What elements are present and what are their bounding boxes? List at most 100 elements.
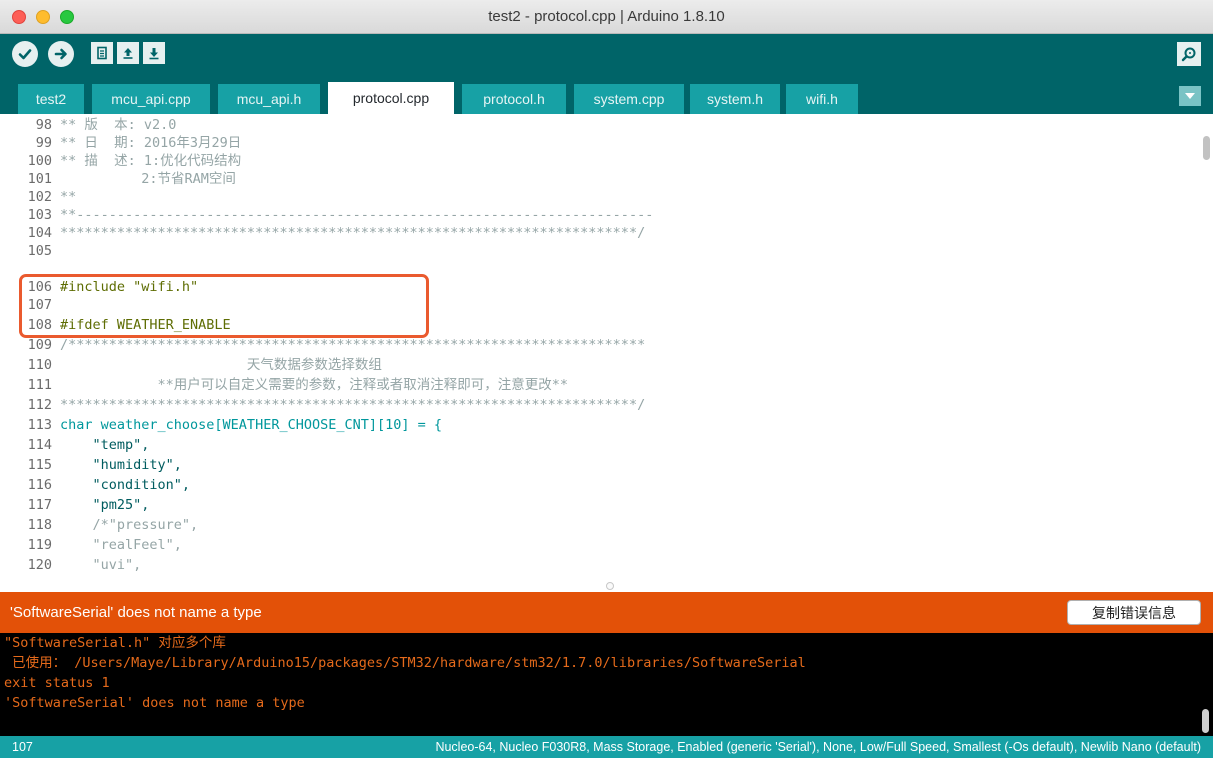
code-text: ****************************************… xyxy=(60,397,646,413)
line-number: 104 xyxy=(27,225,52,241)
console-scrollbar[interactable] xyxy=(1202,709,1209,733)
code-text: "humidity", xyxy=(60,457,182,473)
save-sketch-button[interactable] xyxy=(143,42,165,64)
code-text: ** 日 期: 2016年3月29日 xyxy=(60,135,242,151)
tab-bar: test2 mcu_api.cpp mcu_api.h protocol.cpp… xyxy=(0,74,1213,114)
code-line: 119 "realFeel", xyxy=(0,536,1195,554)
line-number: 114 xyxy=(27,437,52,453)
highlight-box xyxy=(19,274,429,338)
code-text: ****************************************… xyxy=(60,225,646,241)
line-number: 120 xyxy=(27,557,52,573)
code-line: 109 /************************************… xyxy=(0,336,1195,354)
line-number: 119 xyxy=(27,537,52,553)
tab-system-cpp[interactable]: system.cpp xyxy=(574,84,684,114)
code-line: 99 ** 日 期: 2016年3月29日 xyxy=(0,134,1195,152)
code-line: 98 ** 版 本: v2.0 xyxy=(0,116,1195,134)
upload-icon xyxy=(54,48,67,60)
error-bar: 'SoftwareSerial' does not name a type 复制… xyxy=(0,592,1213,633)
line-number: 110 xyxy=(27,357,52,373)
code-line: 117 "pm25", xyxy=(0,496,1195,514)
tab-mcu-api-cpp[interactable]: mcu_api.cpp xyxy=(92,84,210,114)
status-bar: 107 Nucleo-64, Nucleo F030R8, Mass Stora… xyxy=(0,736,1213,758)
tab-mcu-api-h[interactable]: mcu_api.h xyxy=(218,84,320,114)
code-line: 113 char weather_choose[WEATHER_CHOOSE_CN… xyxy=(0,416,1195,434)
code-line: 116 "condition", xyxy=(0,476,1195,494)
code-line: 104 *************************************… xyxy=(0,224,1195,242)
window-title: test2 - protocol.cpp | Arduino 1.8.10 xyxy=(488,8,725,25)
line-number: 101 xyxy=(27,171,52,187)
copy-error-button[interactable]: 复制错误信息 xyxy=(1067,600,1201,625)
line-number: 115 xyxy=(27,457,52,473)
tab-protocol-h[interactable]: protocol.h xyxy=(462,84,566,114)
new-icon xyxy=(97,46,107,60)
upload-button[interactable] xyxy=(48,41,74,67)
code-line: 102 ** xyxy=(0,188,1195,206)
code-text: 天气数据参数选择数组 xyxy=(60,357,382,373)
code-text: /***************************************… xyxy=(60,337,646,353)
code-line: 118 /*"pressure", xyxy=(0,516,1195,534)
code-text: char weather_choose[WEATHER_CHOOSE_CNT][… xyxy=(60,417,443,433)
line-number: 109 xyxy=(27,337,52,353)
code-text: /*"pressure", xyxy=(60,517,199,533)
code-line: 114 "temp", xyxy=(0,436,1195,454)
code-line: 111 **用户可以自定义需要的参数，注释或者取消注释即可，注意更改** xyxy=(0,376,1195,394)
code-text: "realFeel", xyxy=(60,537,182,553)
verify-button[interactable] xyxy=(12,41,38,67)
console-line: exit status 1 xyxy=(4,675,110,691)
code-text: "temp", xyxy=(60,437,150,453)
line-number: 98 xyxy=(35,117,52,133)
open-icon xyxy=(123,48,133,59)
toolbar xyxy=(0,34,1213,74)
title-bar: test2 - protocol.cpp | Arduino 1.8.10 xyxy=(0,0,1213,34)
editor-scrollbar[interactable] xyxy=(1203,136,1210,160)
save-icon xyxy=(149,48,159,60)
line-number: 100 xyxy=(27,153,52,169)
code-line: 103 **-----------------------------------… xyxy=(0,206,1195,224)
line-number: 117 xyxy=(27,497,52,513)
verify-icon xyxy=(18,49,32,60)
code-text: "pm25", xyxy=(60,497,150,513)
code-text: ** 版 本: v2.0 xyxy=(60,117,177,133)
chevron-down-icon xyxy=(1185,93,1195,99)
tab-protocol-cpp[interactable]: protocol.cpp xyxy=(328,82,454,114)
code-text: "uvi", xyxy=(60,557,142,573)
code-line: 120 "uvi", xyxy=(0,556,1195,574)
board-config: Nucleo-64, Nucleo F030R8, Mass Storage, … xyxy=(435,740,1201,754)
tab-wifi-h[interactable]: wifi.h xyxy=(786,84,858,114)
line-number: 116 xyxy=(27,477,52,493)
code-line: 100 ** 描 述: 1:优化代码结构 xyxy=(0,152,1195,170)
serial-monitor-icon xyxy=(1181,47,1196,62)
line-number: 99 xyxy=(35,135,52,151)
serial-monitor-button[interactable] xyxy=(1177,42,1201,66)
tab-system-h[interactable]: system.h xyxy=(690,84,780,114)
line-number: 112 xyxy=(27,397,52,413)
code-editor[interactable]: 98 ** 版 本: v2.0 99 ** 日 期: 2016年3月29日 100 *… xyxy=(0,114,1213,592)
code-line: 101 2:节省RAM空间 xyxy=(0,170,1195,188)
code-text: **用户可以自定义需要的参数，注释或者取消注释即可，注意更改** xyxy=(60,377,569,393)
line-number: 111 xyxy=(27,377,52,393)
line-number: 103 xyxy=(27,207,52,223)
code-text: **--------------------------------------… xyxy=(60,207,654,223)
console-line: "SoftwareSerial.h" 对应多个库 xyxy=(4,635,226,651)
code-text: ** 描 述: 1:优化代码结构 xyxy=(60,153,242,169)
line-number: 105 xyxy=(27,243,52,259)
new-sketch-button[interactable] xyxy=(91,42,113,64)
tab-test2[interactable]: test2 xyxy=(18,84,84,114)
open-sketch-button[interactable] xyxy=(117,42,139,64)
code-text: "condition", xyxy=(60,477,191,493)
error-message: 'SoftwareSerial' does not name a type xyxy=(10,604,262,621)
line-number: 118 xyxy=(27,517,52,533)
console-output[interactable]: "SoftwareSerial.h" 对应多个库 已使用： /Users/May… xyxy=(0,633,1213,736)
code-text: ** xyxy=(60,189,77,205)
tab-menu-button[interactable] xyxy=(1179,86,1201,106)
code-line: 115 "humidity", xyxy=(0,456,1195,474)
code-line: 110 天气数据参数选择数组 xyxy=(0,356,1195,374)
code-line: 112 *************************************… xyxy=(0,396,1195,414)
code-text: 2:节省RAM空间 xyxy=(60,171,236,187)
console-line: 'SoftwareSerial' does not name a type xyxy=(4,695,305,711)
pane-splitter-handle[interactable] xyxy=(606,582,614,590)
line-number: 102 xyxy=(27,189,52,205)
code-line: 105 xyxy=(0,242,1195,260)
cursor-line-number: 107 xyxy=(12,740,33,754)
console-line: 已使用： /Users/Maye/Library/Arduino15/packa… xyxy=(4,655,806,671)
